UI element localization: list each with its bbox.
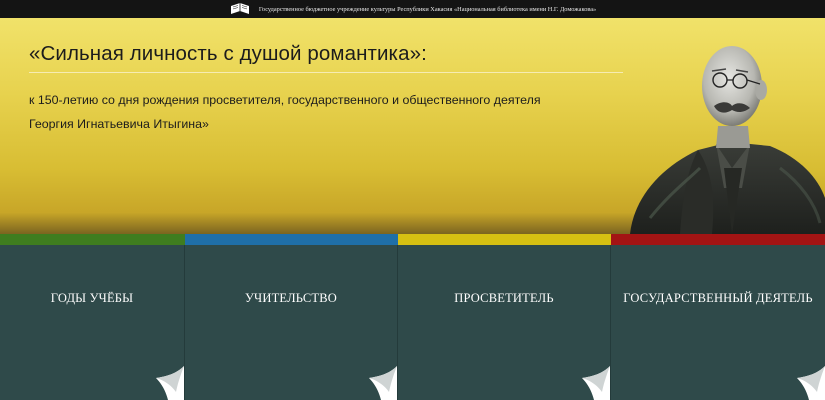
card-label[interactable]: ГОДЫ УЧЁБЫ	[0, 291, 184, 306]
top-bar: Государственное бюджетное учреждение кул…	[0, 0, 825, 18]
subtitle-line-1: к 150-летию со дня рождения просветителя…	[29, 93, 541, 107]
stripe-yellow	[398, 234, 611, 245]
card-study-years[interactable]: ГОДЫ УЧЁБЫ	[0, 245, 185, 400]
stripe-blue	[185, 234, 398, 245]
card-label[interactable]: ГОСУДАРСТВЕННЫЙ ДЕЯТЕЛЬ	[611, 291, 825, 306]
color-stripes	[0, 234, 825, 245]
portrait-illustration	[630, 46, 825, 234]
page-curl-icon[interactable]	[574, 366, 610, 400]
page-curl-icon[interactable]	[148, 366, 184, 400]
page-curl-icon[interactable]	[789, 366, 825, 400]
card-teaching[interactable]: УЧИТЕЛЬСТВО	[185, 245, 398, 400]
page-title: «Сильная личность с душой романтика»:	[29, 42, 427, 65]
organization-name: Государственное бюджетное учреждение кул…	[258, 5, 597, 13]
stripe-red	[611, 234, 825, 245]
title-divider	[29, 72, 623, 73]
card-label[interactable]: УЧИТЕЛЬСТВО	[185, 291, 397, 306]
section-cards: ГОДЫ УЧЁБЫ УЧИТЕЛЬСТВО ПРОСВЕТИТЕЛЬ ГОСУ…	[0, 245, 825, 400]
page-curl-icon[interactable]	[361, 366, 397, 400]
card-label[interactable]: ПРОСВЕТИТЕЛЬ	[398, 291, 610, 306]
book-logo-icon[interactable]	[229, 2, 251, 16]
stripe-green	[0, 234, 185, 245]
card-enlightener[interactable]: ПРОСВЕТИТЕЛЬ	[398, 245, 611, 400]
hero-banner: «Сильная личность с душой романтика»: к …	[0, 18, 825, 234]
card-statesman[interactable]: ГОСУДАРСТВЕННЫЙ ДЕЯТЕЛЬ	[611, 245, 825, 400]
subtitle-line-2: Георгия Игнатьевича Итыгина»	[29, 117, 209, 131]
